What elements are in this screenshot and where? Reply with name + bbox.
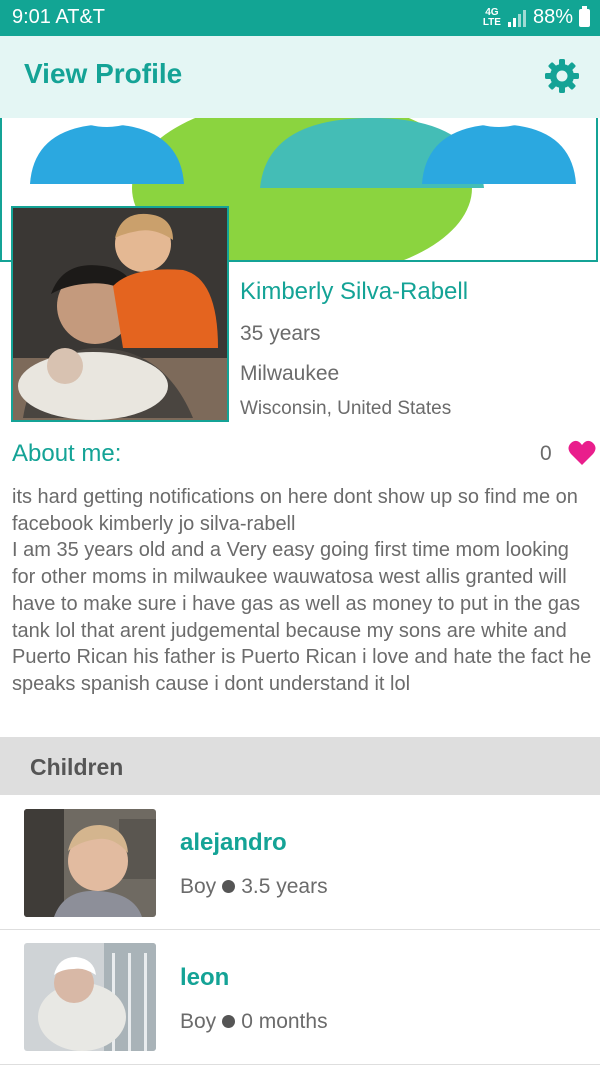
heart-icon[interactable] [568, 440, 596, 466]
child-age: 0 months [241, 1010, 328, 1033]
profile-photo-image [13, 208, 227, 420]
child-gender: Boy [180, 1010, 217, 1033]
separator-dot-icon [222, 880, 236, 894]
separator-dot-icon [222, 1015, 236, 1029]
likes-count: 0 [540, 442, 552, 465]
child-photo-image [24, 943, 156, 1051]
child-age: 3.5 years [241, 875, 328, 898]
child-name: leon [180, 964, 230, 991]
child-photo [24, 809, 156, 917]
child-list-item[interactable]: alejandro Boy 3.5 years [0, 795, 600, 930]
child-info: Boy 3.5 years [180, 875, 328, 899]
page-title: View Profile [24, 58, 183, 89]
child-gender: Boy [180, 875, 217, 898]
child-photo [24, 943, 156, 1051]
profile-region: Wisconsin, United States [240, 398, 452, 419]
about-text: its hard getting notifications on here d… [12, 486, 592, 695]
battery-icon [579, 5, 590, 27]
children-section-header: Children [0, 737, 600, 795]
network-icon: 4G LTE [482, 6, 501, 28]
status-bar: 9:01 AT&T 4G LTE 88% [0, 0, 600, 36]
profile-name: Kimberly Silva-Rabell [240, 278, 469, 305]
child-list-item[interactable]: leon Boy 0 months [0, 930, 600, 1065]
app-bar: View Profile [0, 36, 600, 118]
about-label: About me: [12, 440, 122, 467]
child-photo-image [24, 809, 156, 917]
status-icons: 4G LTE 88% [482, 5, 590, 29]
signal-icon [507, 9, 526, 27]
child-name: alejandro [180, 829, 287, 856]
profile-city: Milwaukee [240, 362, 340, 385]
gear-icon[interactable] [542, 56, 582, 96]
battery-percent: 88% [532, 6, 573, 28]
status-time-carrier: 9:01 AT&T [12, 6, 106, 28]
profile-age: 35 years [240, 322, 321, 345]
child-info: Boy 0 months [180, 1010, 328, 1034]
children-section-title: Children [30, 754, 124, 780]
profile-photo[interactable] [11, 206, 229, 422]
